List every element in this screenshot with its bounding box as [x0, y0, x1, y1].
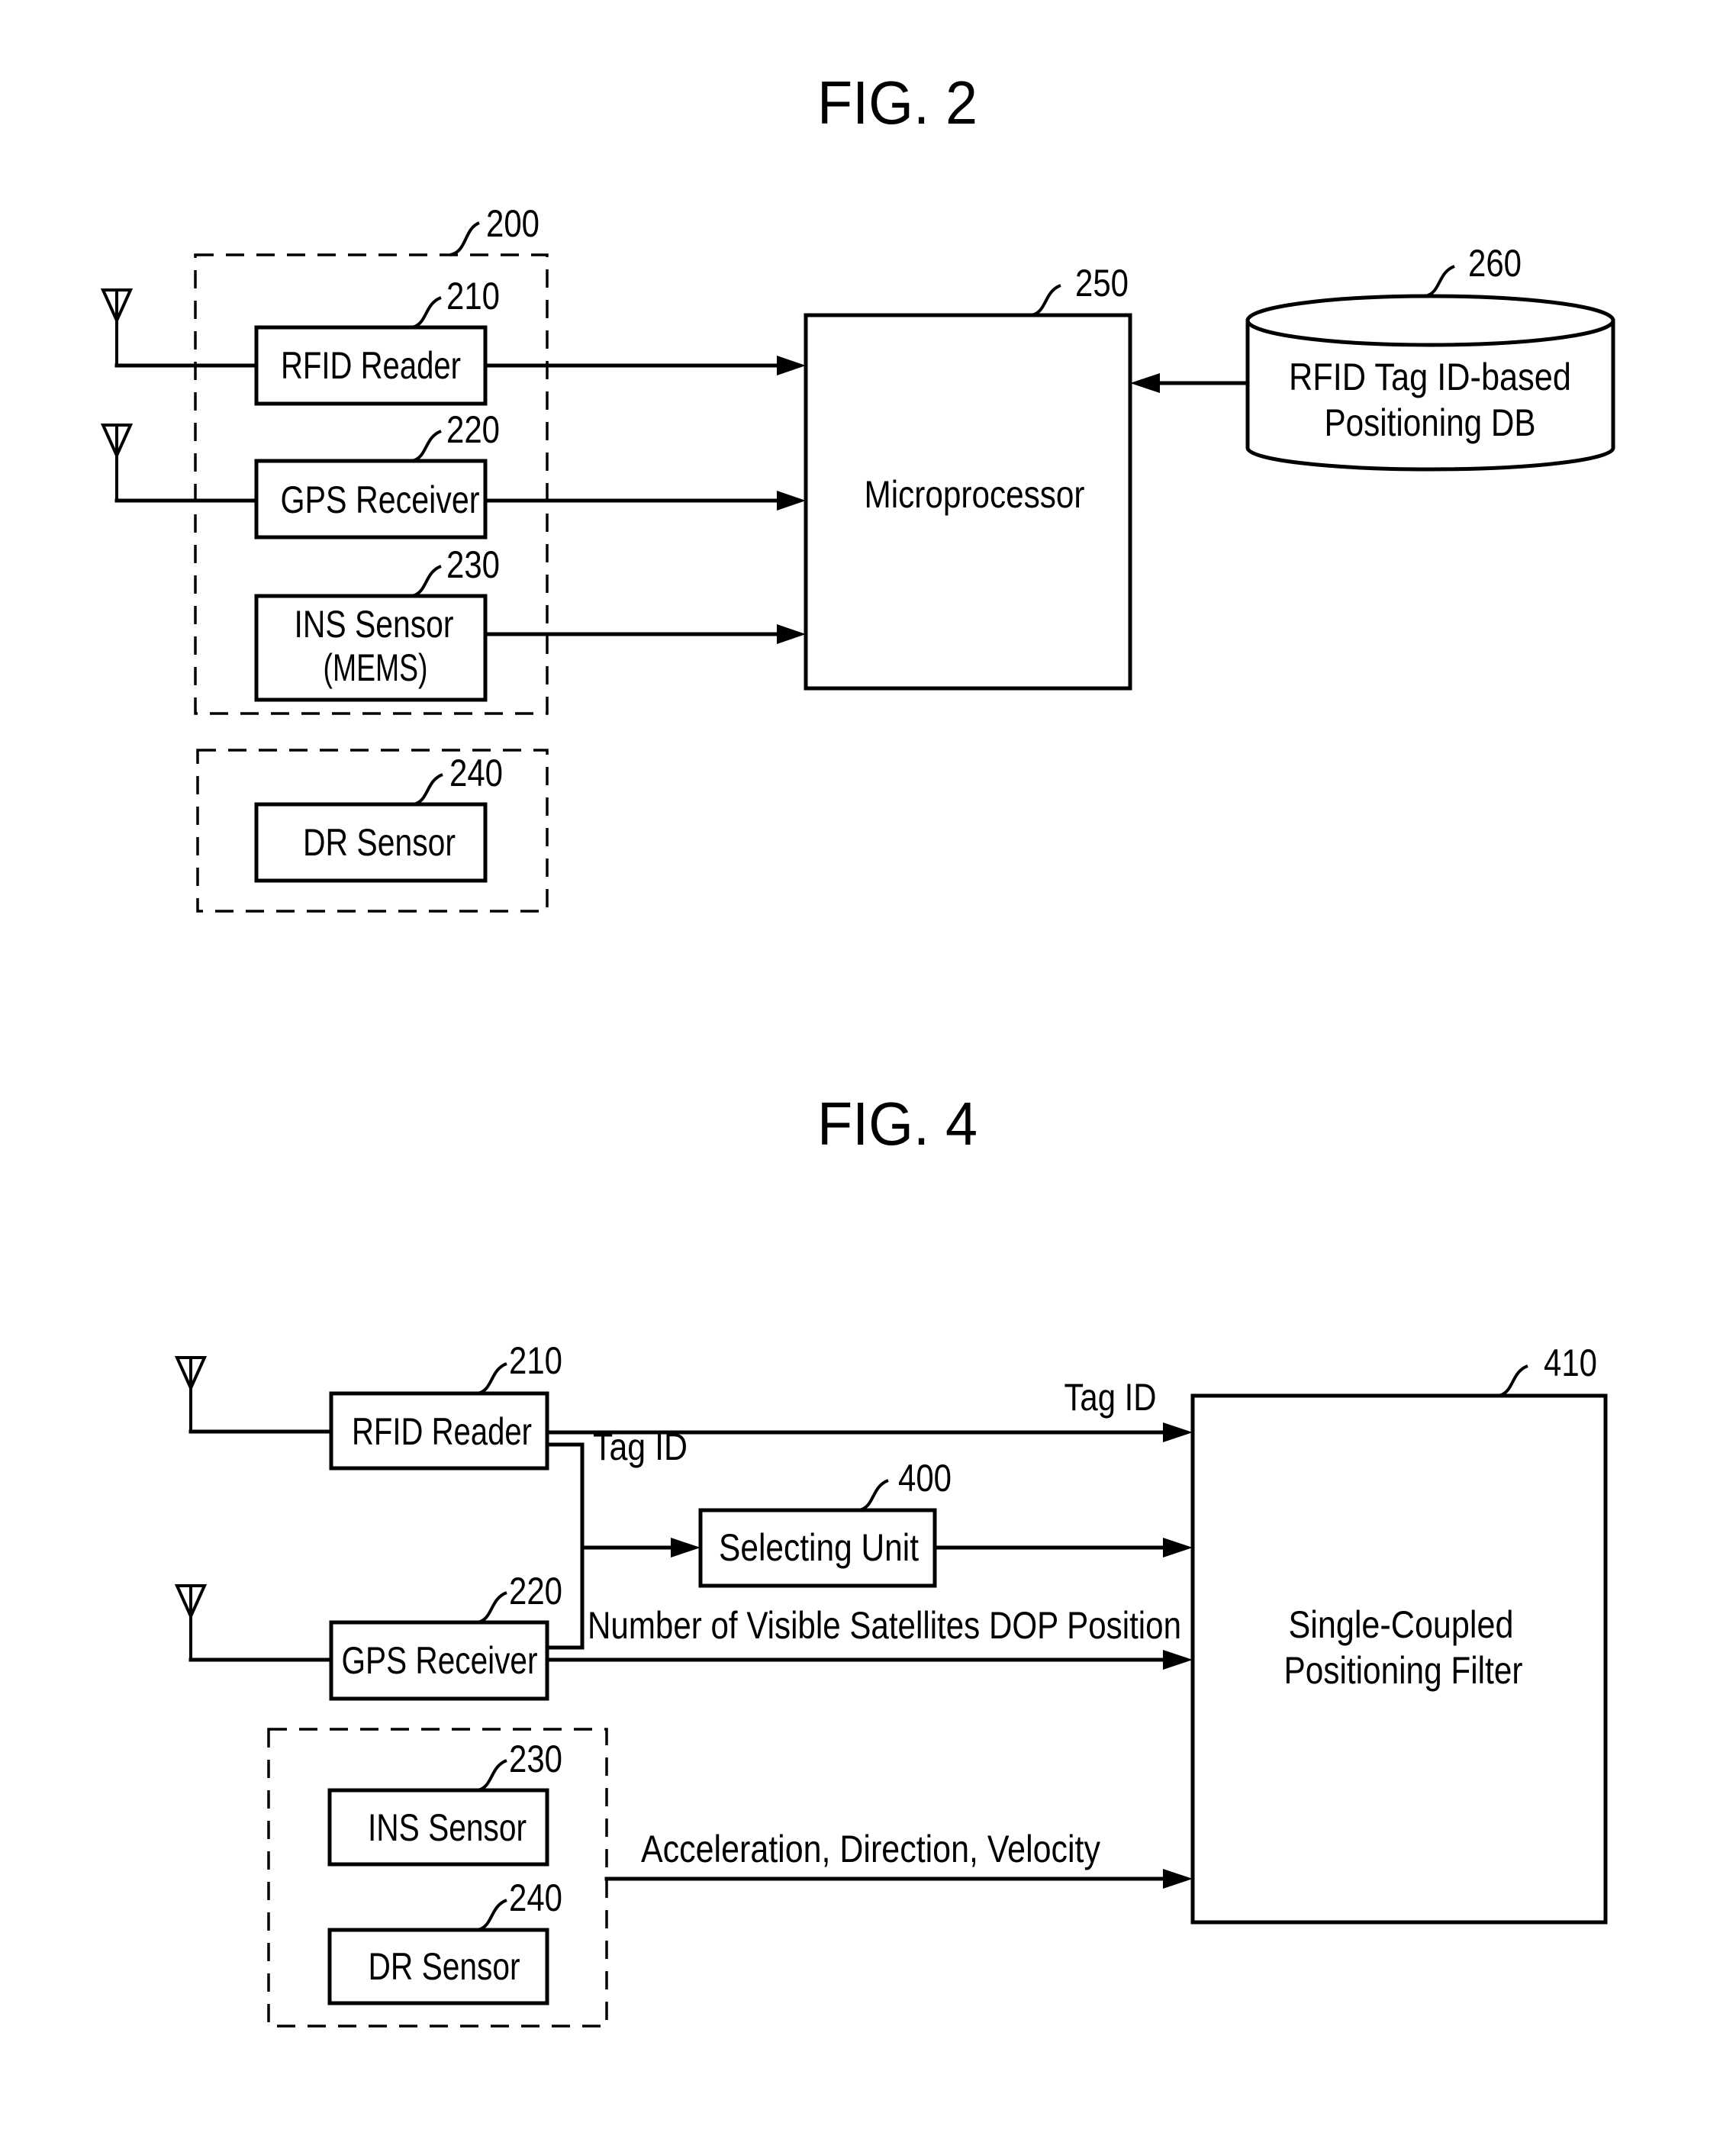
- fig4-filter-label-line1: Single-Coupled: [1289, 1603, 1514, 1646]
- fig4-title: FIG. 4: [817, 1090, 978, 1158]
- fig2-ref-240: 240: [449, 752, 503, 794]
- fig4-ref-410: 410: [1544, 1342, 1597, 1384]
- fig4-ref-400: 400: [898, 1457, 952, 1500]
- fig4-rfid-reader-label: RFID Reader: [352, 1410, 532, 1453]
- fig2-ref-200: 200: [486, 202, 539, 245]
- fig4-inertial-outputs-label: Acceleration, Direction, Velocity: [641, 1828, 1100, 1870]
- patent-drawing-page: FIG. 2 200 RFID Reader 210 GPS Receiver …: [0, 0, 1736, 2139]
- fig2-rfid-reader-label: RFID Reader: [281, 344, 461, 387]
- fig4-tag-id-branch-label: Tag ID: [593, 1425, 688, 1468]
- fig2-ref-220: 220: [446, 408, 500, 451]
- fig2-title: FIG. 2: [817, 69, 978, 137]
- fig2-ref-210: 210: [446, 275, 500, 317]
- fig4-dr-sensor-label: DR Sensor: [369, 1945, 520, 1988]
- fig4-ref-230: 230: [509, 1738, 562, 1780]
- fig2-gps-receiver-label: GPS Receiver: [281, 478, 480, 521]
- fig2-dr-sensor-label: DR Sensor: [303, 821, 456, 864]
- fig2-ref-230: 230: [446, 543, 500, 586]
- fig2-ref-250: 250: [1075, 262, 1129, 304]
- fig4-selecting-unit-label: Selecting Unit: [719, 1526, 919, 1569]
- fig4-gps-receiver-label: GPS Receiver: [342, 1639, 538, 1682]
- fig4-ref-220: 220: [509, 1570, 562, 1612]
- fig2-ref-260: 260: [1468, 242, 1522, 285]
- fig2-database-label-line2: Positioning DB: [1325, 401, 1536, 444]
- fig2-ins-sensor-label-line1: INS Sensor: [295, 603, 454, 646]
- fig2-database-label-line1: RFID Tag ID-based: [1289, 356, 1571, 398]
- fig2-ins-sensor-label-line2: (MEMS): [324, 646, 428, 689]
- fig4-gps-outputs-label: Number of Visible Satellites DOP Positio…: [588, 1604, 1181, 1647]
- fig4-ref-240: 240: [509, 1876, 562, 1919]
- fig4-tag-id-direct-label: Tag ID: [1064, 1376, 1157, 1419]
- fig4-filter-label-line2: Positioning Filter: [1284, 1649, 1523, 1692]
- fig4-ins-sensor-label: INS Sensor: [368, 1806, 527, 1849]
- fig2-microprocessor-label: Microprocessor: [865, 473, 1085, 516]
- fig4-ref-210: 210: [509, 1339, 562, 1382]
